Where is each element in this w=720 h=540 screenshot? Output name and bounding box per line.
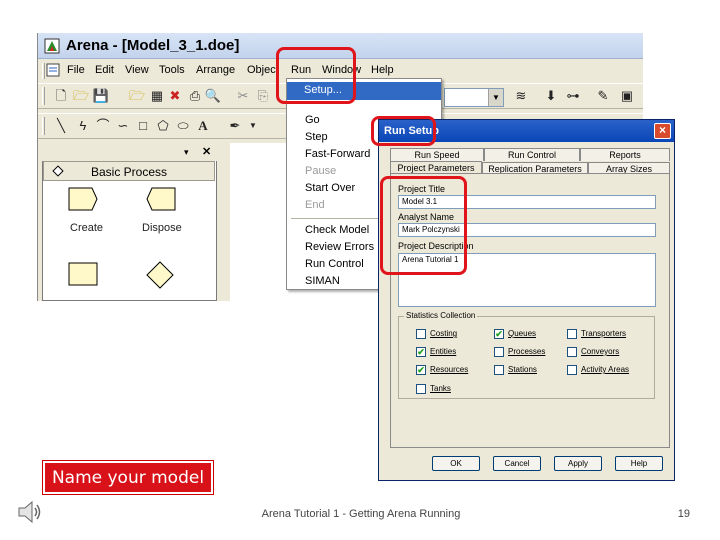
- run-menu-start-over[interactable]: Start Over: [305, 182, 355, 194]
- process-module-icon[interactable]: [68, 262, 98, 286]
- speaker-icon[interactable]: [16, 499, 44, 525]
- slide-caption: Name your model: [42, 460, 214, 495]
- detach-icon[interactable]: ✖: [166, 87, 184, 105]
- transporters-checkbox[interactable]: [567, 329, 577, 339]
- entities-label: Entities: [430, 347, 457, 356]
- stations-label: Stations: [508, 365, 537, 374]
- processes-label: Processes: [508, 347, 546, 356]
- tab-run-speed[interactable]: Run Speed: [390, 148, 484, 161]
- bezier-icon[interactable]: ∽: [114, 117, 132, 135]
- menu-object[interactable]: Object: [247, 64, 279, 76]
- apply-button[interactable]: Apply: [554, 456, 602, 471]
- stations-checkbox[interactable]: [494, 365, 504, 375]
- conveyors-label: Conveyors: [581, 347, 620, 356]
- queues-checkbox[interactable]: ✔: [494, 329, 504, 339]
- close-icon[interactable]: ×: [654, 123, 671, 139]
- statistics-collection-label: Statistics Collection: [404, 311, 478, 320]
- ok-button[interactable]: OK: [432, 456, 480, 471]
- activity-areas-label: Activity Areas: [581, 365, 630, 374]
- toolbar-grip: [42, 87, 45, 105]
- transporters-label: Transporters: [581, 329, 627, 338]
- menu-file[interactable]: File: [67, 64, 85, 76]
- polygon-icon[interactable]: ⬠: [154, 117, 172, 135]
- resources-label: Resources: [430, 365, 469, 374]
- run-menu-pause: Pause: [305, 165, 337, 177]
- cut-icon[interactable]: ✂: [234, 87, 252, 105]
- arc-icon[interactable]: ⌒: [94, 117, 112, 135]
- zoom-combo[interactable]: ▼: [444, 88, 504, 107]
- arena-app-icon: [44, 38, 60, 54]
- edit-pencil-icon[interactable]: ✎: [594, 87, 612, 105]
- dispose-module-label: Dispose: [142, 222, 182, 234]
- window-title: Arena - [Model_3_1.doe]: [66, 37, 240, 54]
- line-icon[interactable]: ╲: [52, 117, 70, 135]
- entities-checkbox[interactable]: ✔: [416, 347, 426, 357]
- submodel-icon[interactable]: ▣: [618, 87, 636, 105]
- menu-edit[interactable]: Edit: [95, 64, 114, 76]
- run-menu-review-errors[interactable]: Review Errors: [305, 241, 374, 253]
- run-menu-check-model[interactable]: Check Model: [305, 224, 369, 236]
- open-template-icon[interactable]: 🗁: [128, 87, 146, 105]
- tab-reports[interactable]: Reports: [580, 148, 670, 161]
- project-bar-menu-icon[interactable]: ▾: [184, 147, 189, 158]
- costing-checkbox[interactable]: [416, 329, 426, 339]
- create-module-label: Create: [70, 222, 104, 234]
- queues-label: Queues: [508, 329, 537, 338]
- project-fields-highlight: [380, 176, 467, 275]
- activity-areas-checkbox[interactable]: [567, 365, 577, 375]
- page-number: 19: [677, 508, 690, 520]
- toolbar-grip: [42, 117, 45, 135]
- text-icon[interactable]: A: [194, 117, 212, 135]
- menu-arrange[interactable]: Arrange: [196, 64, 235, 76]
- dispose-module-icon[interactable]: [146, 187, 176, 211]
- run-menu-go[interactable]: Go: [305, 114, 320, 126]
- run-menu-siman[interactable]: SIMAN: [305, 275, 340, 287]
- run-menu-highlight: [276, 47, 356, 104]
- help-button[interactable]: Help: [615, 456, 663, 471]
- layers-icon[interactable]: ≋: [512, 87, 530, 105]
- panel-title: Basic Process: [91, 165, 168, 179]
- create-module-icon[interactable]: [68, 187, 98, 211]
- chevron-down-icon[interactable]: ▼: [488, 89, 503, 106]
- menu-help[interactable]: Help: [371, 64, 394, 76]
- connect-icon[interactable]: ⊶: [564, 87, 582, 105]
- copy-icon[interactable]: ⎘: [254, 87, 272, 105]
- save-icon[interactable]: 💾: [92, 87, 110, 105]
- basic-process-panel-header[interactable]: Basic Process: [43, 161, 215, 181]
- print-preview-icon[interactable]: 🔍: [204, 87, 222, 105]
- processes-checkbox[interactable]: [494, 347, 504, 357]
- new-icon[interactable]: 🗋: [52, 87, 70, 105]
- slide-footer: Arena Tutorial 1 - Getting Arena Running: [261, 508, 461, 520]
- open-icon[interactable]: 🗁: [72, 87, 90, 105]
- arrow-down-icon[interactable]: ⬇: [542, 87, 560, 105]
- run-menu-end: End: [305, 199, 325, 211]
- project-bar-header: ▾ ✕: [42, 145, 217, 161]
- menu-tools[interactable]: Tools: [159, 64, 185, 76]
- tanks-checkbox[interactable]: [416, 384, 426, 394]
- tanks-label: Tanks: [430, 384, 451, 393]
- panel-diamond-icon: [52, 165, 64, 177]
- close-icon[interactable]: ✕: [202, 145, 211, 158]
- cancel-button[interactable]: Cancel: [493, 456, 541, 471]
- ellipse-icon[interactable]: ⬭: [174, 117, 192, 135]
- run-menu-fast-forward[interactable]: Fast-Forward: [305, 148, 370, 160]
- conveyors-checkbox[interactable]: [567, 347, 577, 357]
- run-menu-run-control[interactable]: Run Control: [305, 258, 364, 270]
- run-menu-step[interactable]: Step: [305, 131, 328, 143]
- menu-view[interactable]: View: [125, 64, 149, 76]
- decide-module-icon[interactable]: [146, 261, 174, 289]
- costing-label: Costing: [430, 329, 458, 338]
- chevron-down-icon[interactable]: ▼: [244, 117, 262, 135]
- tab-run-control[interactable]: Run Control: [484, 148, 580, 161]
- document-icon: [46, 63, 60, 77]
- polyline-icon[interactable]: ϟ: [74, 117, 92, 135]
- resources-checkbox[interactable]: ✔: [416, 365, 426, 375]
- template-panel-icon[interactable]: ▦: [148, 87, 166, 105]
- print-icon[interactable]: ⎙: [186, 87, 204, 105]
- run-setup-title-highlight: [371, 116, 436, 146]
- line-color-icon[interactable]: ✒: [226, 117, 244, 135]
- box-icon[interactable]: □: [134, 117, 152, 135]
- menubar-grip: [42, 63, 45, 79]
